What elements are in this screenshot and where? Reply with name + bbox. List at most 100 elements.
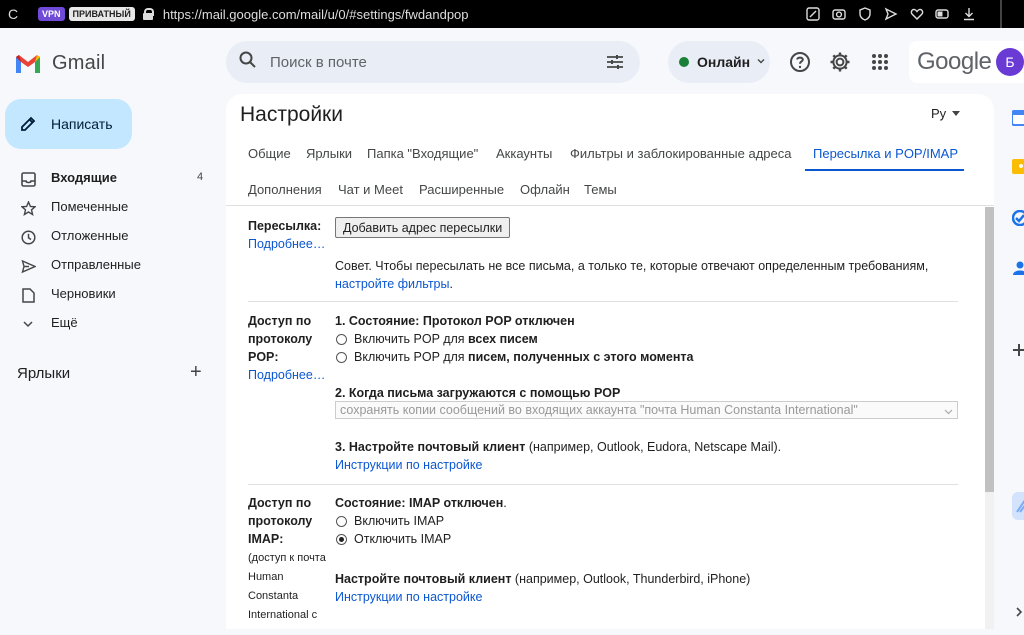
imap-disable-radio[interactable] xyxy=(336,534,347,545)
forwarding-label: Пересылка: xyxy=(248,219,322,233)
forwarding-learn-more-link[interactable]: Подробнее… xyxy=(248,237,325,251)
tab-advanced[interactable]: Расширенные xyxy=(419,182,504,197)
imap-client-examples: (например, Outlook, Thunderbird, iPhone) xyxy=(511,572,751,586)
imap-disable-label: Отключить IMAP xyxy=(354,532,452,546)
sidebar-item-label: Входящие xyxy=(51,170,117,185)
tab-offline[interactable]: Офлайн xyxy=(520,182,570,197)
lock-icon[interactable] xyxy=(142,8,154,20)
apps-grid-icon[interactable] xyxy=(868,50,892,74)
sidebar-item-starred[interactable]: Помеченные xyxy=(0,193,220,222)
avatar[interactable]: Б xyxy=(996,48,1024,76)
search-icon[interactable] xyxy=(238,50,258,75)
pop-client-setup: 3. Настройте почтовый клиент (например, … xyxy=(335,440,781,454)
tab-inbox[interactable]: Папка "Входящие" xyxy=(367,146,478,161)
sidebar-item-sent[interactable]: Отправленные xyxy=(0,251,220,280)
configure-filters-link[interactable]: настройте фильтры xyxy=(335,277,449,291)
vpn-badge[interactable]: VPN xyxy=(38,7,65,21)
compose-label: Написать xyxy=(51,116,113,132)
status-label: Онлайн xyxy=(697,54,751,70)
imap-note-line1: (доступ к почта xyxy=(248,552,326,564)
settings-gear-icon[interactable] xyxy=(828,50,852,74)
sidebar-item-drafts[interactable]: Черновики xyxy=(0,280,220,309)
heart-icon[interactable] xyxy=(909,6,925,22)
tab-themes[interactable]: Темы xyxy=(584,182,617,197)
add-label-icon[interactable]: + xyxy=(190,362,202,382)
private-badge: ПРИВАТНЫЙ xyxy=(68,7,135,21)
section-divider xyxy=(248,301,958,302)
app-name: Gmail xyxy=(52,52,106,74)
imap-enable-radio[interactable] xyxy=(336,516,347,527)
help-icon[interactable] xyxy=(788,50,812,74)
pop-action-selected: сохранять копии сообщений во входящих ак… xyxy=(340,403,858,417)
labels-heading: Ярлыки xyxy=(17,365,71,382)
edit-icon[interactable] xyxy=(805,6,821,22)
shield-icon[interactable] xyxy=(857,6,873,22)
language-label: Ру xyxy=(931,106,947,121)
search-input[interactable]: Поиск в почте xyxy=(270,54,367,71)
side-panel-toggle[interactable] xyxy=(1012,492,1024,520)
clock-icon xyxy=(20,229,36,245)
pencil-icon xyxy=(21,116,36,131)
contacts-icon[interactable] xyxy=(1012,260,1024,276)
side-panel-rail xyxy=(1000,94,1024,635)
calendar-icon[interactable] xyxy=(1011,110,1024,126)
pop-learn-more-link[interactable]: Подробнее… xyxy=(248,368,325,382)
chevron-down-icon xyxy=(952,111,961,116)
pop-when-heading: 2. Когда письма загружаются с помощью PO… xyxy=(335,386,621,400)
gmail-m-icon xyxy=(16,55,40,73)
draft-icon xyxy=(20,287,36,303)
section-divider xyxy=(248,484,958,485)
tab-general[interactable]: Общие xyxy=(248,146,291,161)
status-dot xyxy=(679,57,689,67)
camera-icon[interactable] xyxy=(831,6,847,22)
tab-forwarding-pop-imap[interactable]: Пересылка и POP/IMAP xyxy=(813,146,958,161)
reload-icon[interactable]: C xyxy=(4,6,22,22)
imap-setup-instructions-link[interactable]: Инструкции по настройке xyxy=(335,590,482,604)
pop-all-mail-label: Включить POP для всех писем xyxy=(354,332,538,346)
pop-label-line3: POP: xyxy=(248,350,279,364)
tab-labels[interactable]: Ярлыки xyxy=(306,146,352,161)
get-addons-plus-icon[interactable] xyxy=(1012,342,1024,358)
pop-option-prefix: Включить POP для xyxy=(354,332,469,346)
status-selector[interactable]: Онлайн xyxy=(668,41,770,83)
add-forwarding-address-button[interactable]: Добавить адрес пересылки xyxy=(335,217,511,238)
download-icon[interactable] xyxy=(961,6,977,22)
battery-icon[interactable] xyxy=(935,6,951,22)
forwarding-tip: Совет. Чтобы пересылать не все письма, а… xyxy=(335,259,929,273)
pop-all-mail-radio[interactable] xyxy=(336,334,347,345)
tab-accounts[interactable]: Аккаунты xyxy=(496,146,552,161)
pop-from-now-radio[interactable] xyxy=(336,352,347,363)
sidebar-item-snoozed[interactable]: Отложенные xyxy=(0,222,220,251)
chevron-down-icon xyxy=(944,405,953,419)
tab-filters[interactable]: Фильтры и заблокированные адреса xyxy=(570,146,791,161)
gmail-logo[interactable]: Gmail xyxy=(14,52,105,75)
search-options-icon[interactable] xyxy=(606,53,624,76)
search-bar[interactable]: Поиск в почте xyxy=(226,41,640,83)
google-logo: Google xyxy=(917,48,992,75)
imap-note-line4: International с xyxy=(248,609,318,621)
imap-client-setup: Настройте почтовый клиент (например, Out… xyxy=(335,572,750,586)
tab-addons[interactable]: Дополнения xyxy=(248,182,322,197)
address-bar[interactable]: https://mail.google.com/mail/u/0/#settin… xyxy=(163,7,469,22)
tab-chat-meet[interactable]: Чат и Meet xyxy=(338,182,403,197)
unread-count: 4 xyxy=(197,171,204,183)
language-selector[interactable]: Ру xyxy=(931,106,961,121)
sidebar-item-more[interactable]: Ещё xyxy=(0,309,220,338)
keep-icon[interactable] xyxy=(1012,158,1024,174)
chevron-right-icon[interactable] xyxy=(1012,604,1024,620)
imap-label-line2: протоколу xyxy=(248,514,313,528)
sidebar-item-inbox[interactable]: Входящие 4 xyxy=(0,164,220,193)
scrollbar-thumb[interactable] xyxy=(985,207,994,492)
share-icon[interactable] xyxy=(883,6,899,22)
pop-setup-instructions-link[interactable]: Инструкции по настройке xyxy=(335,458,482,472)
tasks-icon[interactable] xyxy=(1011,209,1024,227)
pop-client-heading: 3. Настройте почтовый клиент xyxy=(335,440,526,454)
compose-button[interactable]: Написать xyxy=(5,99,132,149)
imap-status: Состояние: IMAP отключен xyxy=(335,496,504,510)
active-tab-indicator xyxy=(805,169,964,171)
pop-action-select[interactable]: сохранять копии сообщений во входящих ак… xyxy=(335,401,958,419)
pop-from-now-label: Включить POP для писем, полученных с это… xyxy=(354,350,694,364)
sidebar-item-label: Ещё xyxy=(51,315,78,330)
sidebar-item-label: Отложенные xyxy=(51,228,129,243)
inbox-icon xyxy=(20,171,36,187)
